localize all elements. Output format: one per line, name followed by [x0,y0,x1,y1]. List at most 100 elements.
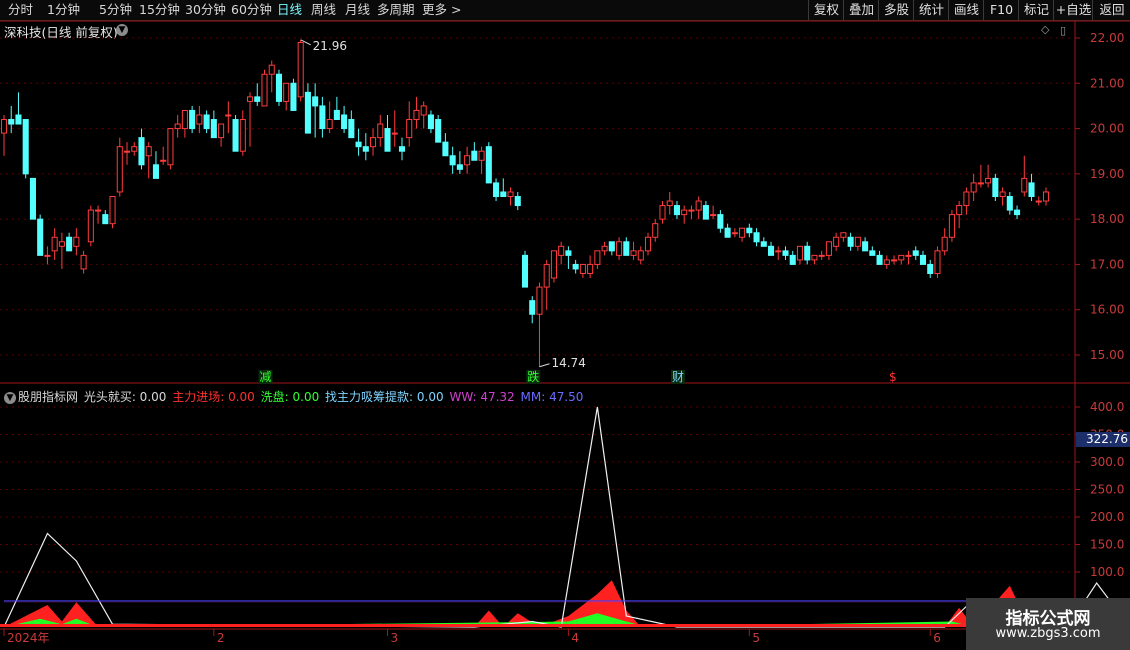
candle-body [652,223,659,238]
candle-body [818,254,825,257]
indicator-item-5: MM: 47.50 [520,390,584,404]
candle-body [898,254,905,261]
candle-body [883,259,890,265]
candle-body [326,119,333,130]
candle-body [51,236,58,252]
date-label: 3 [391,631,399,645]
candle-body [746,227,753,234]
candle-body [514,196,521,207]
low-pointer [539,363,550,368]
candle-body [992,177,999,197]
candle-body [673,205,680,216]
indicator-name: 股朋指标网 [18,390,82,404]
candle-body [391,132,398,135]
candle-body [529,300,536,315]
candle-body [123,150,131,153]
candle-body [485,146,492,184]
candle-body [355,141,362,148]
candle-body [710,214,717,217]
candle-body [731,232,738,235]
indicator-tick-label: 100.0 [1090,565,1124,579]
candle-body [536,286,543,315]
candle-body [283,82,290,102]
price-tick-label: 21.00 [1090,76,1124,90]
candle-body [218,123,225,139]
price-tick-label: 18.00 [1090,212,1124,226]
current-value-badge: 322.76 [1076,432,1130,447]
candle-body [869,250,876,256]
candle-body [623,241,630,256]
baseline-red-bar [0,624,1075,627]
candle-body [919,254,927,265]
candle-body [543,263,550,288]
candle-body [666,200,673,207]
candle-body [644,236,652,252]
candle-body [963,191,970,207]
candle-body [941,236,948,252]
candle-body [449,155,456,166]
candle-body [775,250,782,253]
candle-body [601,245,608,252]
indicator-legend: ▼ 股朋指标网 光头就买: 0.00 主力进场: 0.00 洗盘: 0.00 找主… [4,388,585,405]
indicator-item-4: WW: 47.32 [449,390,519,404]
candle-body [66,236,73,252]
candle-body [456,164,463,170]
candle-body [695,200,702,211]
candle-body [876,254,883,265]
watermark: 指标公式网 www.zbgs3.com [966,598,1130,650]
candle-body [985,177,992,184]
candle-body [442,141,449,157]
candle-body [420,105,427,116]
candle-body [203,114,210,130]
candle-body [688,209,695,212]
kline-chart[interactable]: 22.00 21.00 20.00 19.00 18.00 17.00 16.00 15.00… [0,0,1130,650]
candle-body [246,96,254,102]
candle-body [948,214,955,238]
candle-body [796,245,804,261]
indicator-red-area [4,580,1039,627]
candle-body [891,259,898,262]
candle-body [507,191,514,198]
candle-body [587,263,594,274]
candle-body [58,241,65,247]
candle-body [789,254,796,265]
indicator-tick-label: 300.0 [1090,455,1124,469]
candle-body [977,182,984,185]
candle-body [637,250,644,261]
price-tick-label: 20.00 [1090,122,1124,136]
candle-body [616,241,623,256]
candle-body [471,150,478,161]
candle-body [1014,209,1021,216]
candle-body [493,182,500,198]
candle-body [760,241,767,247]
candle-body [29,177,36,220]
indicator-item-3: 找主力吸筹提款: 0.00 [325,390,448,404]
candle-body [572,263,579,270]
candle-body [753,232,760,243]
candle-body [80,254,87,270]
low-label: 14.74 [551,356,585,370]
candle-body [362,146,369,152]
candle-body [22,119,29,175]
candle-body [999,191,1006,198]
candle-body [384,128,391,152]
candle-body [550,250,557,279]
candle-body [478,150,485,161]
candle-body [608,241,615,252]
candle-body [811,254,818,261]
candle-body [970,182,977,193]
candle-body [862,241,869,252]
chevron-down-icon[interactable]: ▼ [4,391,16,404]
candle-body [225,114,232,117]
candle-body [500,191,507,198]
candle-body [724,227,731,238]
candle-body [1035,200,1042,203]
event-marker: 财 [672,370,684,384]
candle-body [261,73,268,107]
candle-body [275,73,283,102]
indicator-item-0: 光头就买: 0.00 [83,390,171,404]
candle-body [297,42,304,98]
candle-body [767,245,775,256]
candle-body [8,119,15,125]
candle-body [290,82,297,111]
